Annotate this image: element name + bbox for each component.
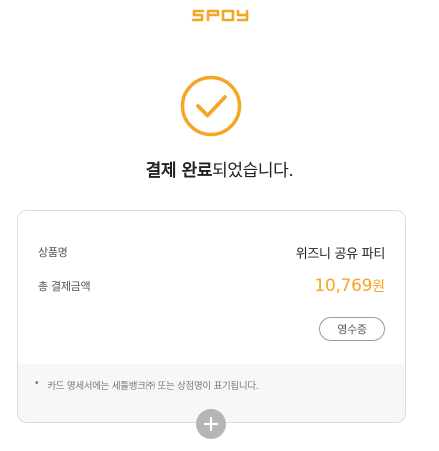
currency-unit: 원: [372, 279, 385, 295]
order-summary-card: 상품명 위즈니 공유 파티 총 결제금액 10,769원 영수증 • 카드 명세…: [17, 210, 406, 423]
title-strong: 결제 완료: [145, 161, 213, 181]
page-title: 결제 완료되었습니다.: [0, 156, 439, 181]
product-label: 상품명: [38, 246, 68, 259]
plus-icon[interactable]: [196, 409, 226, 439]
total-row: 총 결제금액 10,769원: [38, 273, 385, 299]
receipt-button[interactable]: 영수증: [319, 317, 385, 341]
check-circle-icon: [180, 75, 242, 137]
total-amount-wrap: 10,769원: [314, 276, 385, 296]
payment-complete-page: 결제 완료되었습니다. 상품명 위즈니 공유 파티 총 결제금액 10,769원…: [0, 0, 439, 451]
title-rest: 되었습니다.: [212, 161, 294, 181]
logo-mark: [191, 9, 248, 22]
notice-bullet: •: [34, 378, 40, 389]
spoy-logo: [0, 4, 439, 26]
product-row: 상품명 위즈니 공유 파티: [38, 242, 385, 262]
total-amount: 10,769: [314, 276, 373, 296]
product-name: 위즈니 공유 파티: [295, 246, 386, 262]
notice-text: 카드 명세서에는 세틀뱅크㈜ 또는 상점명이 표기됩니다.: [47, 381, 259, 392]
total-label: 총 결제금액: [38, 280, 91, 293]
